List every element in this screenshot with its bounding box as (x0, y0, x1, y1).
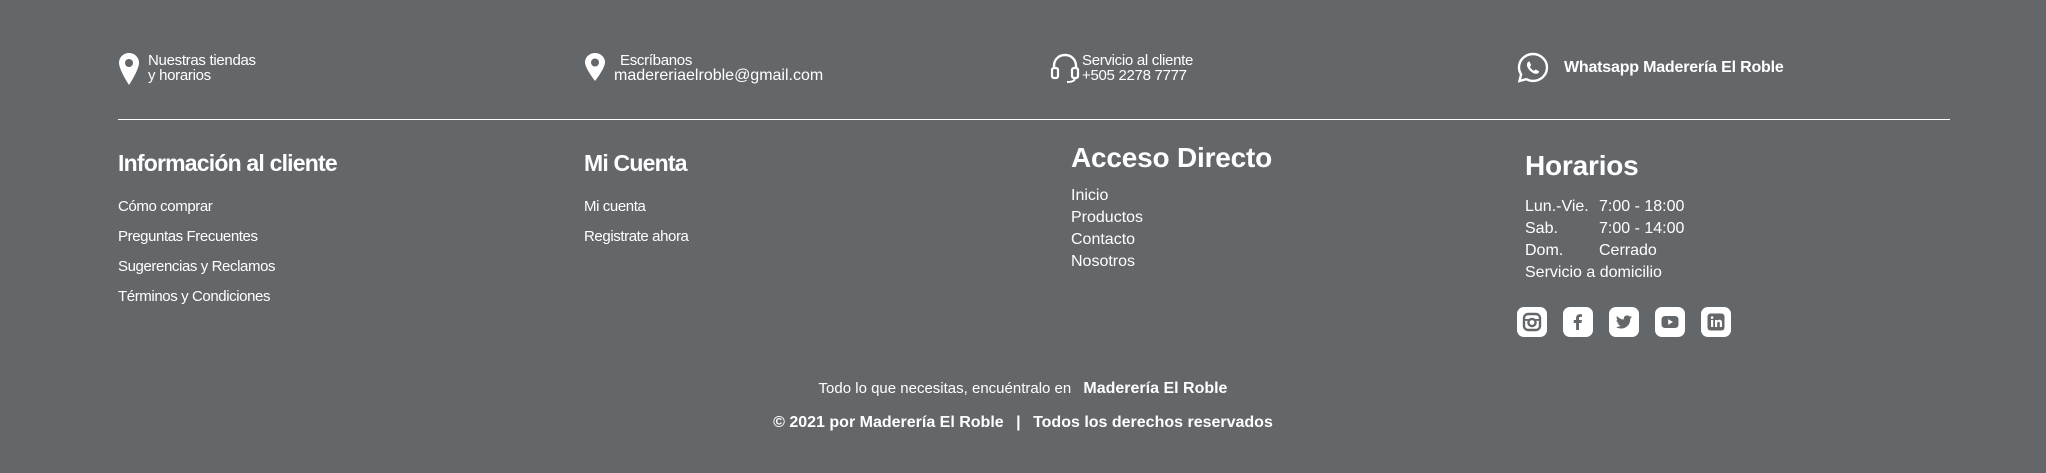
youtube-icon[interactable] (1655, 307, 1685, 337)
service-label: Servicio al cliente (1082, 52, 1194, 69)
facebook-icon[interactable] (1563, 307, 1593, 337)
instagram-icon[interactable] (1517, 307, 1547, 337)
info-column: Información al cliente Cómo comprar Preg… (118, 150, 338, 317)
copyright: © 2021 por Maderería El Roble | Todos lo… (0, 414, 2046, 432)
link-nosotros[interactable]: Nosotros (1071, 252, 1272, 274)
hours-time: 7:00 - 18:00 (1599, 198, 1685, 215)
whatsapp-icon (1516, 52, 1564, 84)
email-address[interactable]: madereriaelroble@gmail.com (614, 68, 823, 84)
link-inicio[interactable]: Inicio (1071, 186, 1272, 208)
link-preguntas-frecuentes[interactable]: Preguntas Frecuentes (118, 227, 337, 257)
copyright-text: © 2021 por Maderería El Roble (773, 414, 1004, 431)
hours-column: Horarios Lun.-Vie. 7:00 - 18:00 Sab. 7:0… (1525, 150, 1684, 284)
hours-day: Dom. (1525, 242, 1564, 259)
link-registrate[interactable]: Registrate ahora (584, 227, 689, 257)
hours-time: 7:00 - 14:00 (1599, 220, 1685, 237)
link-contacto[interactable]: Contacto (1071, 230, 1272, 252)
info-links: Cómo comprar Preguntas Frecuentes Sugere… (118, 197, 337, 317)
hours-table: Lun.-Vie. 7:00 - 18:00 Sab. 7:00 - 14:00… (1525, 196, 1684, 284)
hours-day: Sab. (1525, 220, 1558, 237)
stores-line2: y horarios (148, 67, 211, 84)
service-phone[interactable]: +505 2278 7777 (1082, 68, 1193, 83)
hours-time: Cerrado (1599, 242, 1657, 259)
social-links (1517, 307, 1731, 337)
map-pin-icon (118, 52, 148, 86)
direct-links: Inicio Productos Contacto Nosotros (1071, 186, 1272, 274)
hours-row: Dom. Cerrado (1525, 240, 1684, 262)
direct-title: Acceso Directo (1071, 142, 1273, 173)
tagline-brand: Maderería El Roble (1083, 380, 1228, 397)
service-contact[interactable]: Servicio al cliente +505 2278 7777 (1050, 52, 1193, 86)
tagline-text: Todo lo que necesitas, encuéntralo en (818, 380, 1072, 397)
hours-day: Lun.-Vie. (1525, 198, 1589, 215)
link-como-comprar[interactable]: Cómo comprar (118, 197, 337, 227)
email-label: Escríbanos (620, 52, 693, 69)
linkedin-icon[interactable] (1701, 307, 1731, 337)
email-contact[interactable]: Escríbanos madereriaelroble@gmail.com (584, 52, 823, 86)
direct-column: Acceso Directo Inicio Productos Contacto… (1071, 142, 1272, 274)
stores-line1: Nuestras tiendas (148, 52, 256, 69)
map-pin-icon (584, 52, 614, 86)
whatsapp-link[interactable]: Whatsapp Maderería El Roble (1516, 52, 1784, 84)
link-mi-cuenta[interactable]: Mi cuenta (584, 197, 689, 227)
account-column: Mi Cuenta Mi cuenta Registrate ahora (584, 150, 689, 257)
info-title: Información al cliente (118, 150, 338, 176)
hours-title: Horarios (1525, 150, 1639, 181)
link-productos[interactable]: Productos (1071, 208, 1272, 230)
stores-contact[interactable]: Nuestras tiendas y horarios (118, 52, 256, 86)
link-terminos-condiciones[interactable]: Términos y Condiciones (118, 287, 337, 317)
headset-icon (1050, 52, 1080, 86)
divider (118, 119, 1950, 120)
account-links: Mi cuenta Registrate ahora (584, 197, 689, 257)
rights-text: Todos los derechos reservados (1033, 414, 1273, 431)
tagline: Todo lo que necesitas, encuéntralo en Ma… (0, 380, 2046, 398)
link-sugerencias-reclamos[interactable]: Sugerencias y Reclamos (118, 257, 337, 287)
hours-row: Sab. 7:00 - 14:00 (1525, 218, 1684, 240)
copyright-separator: | (1016, 414, 1021, 431)
whatsapp-label: Whatsapp Maderería El Roble (1564, 59, 1784, 76)
twitter-icon[interactable] (1609, 307, 1639, 337)
account-title: Mi Cuenta (584, 150, 687, 176)
delivery-note: Servicio a domicilio (1525, 264, 1662, 281)
hours-row: Lun.-Vie. 7:00 - 18:00 (1525, 196, 1684, 218)
